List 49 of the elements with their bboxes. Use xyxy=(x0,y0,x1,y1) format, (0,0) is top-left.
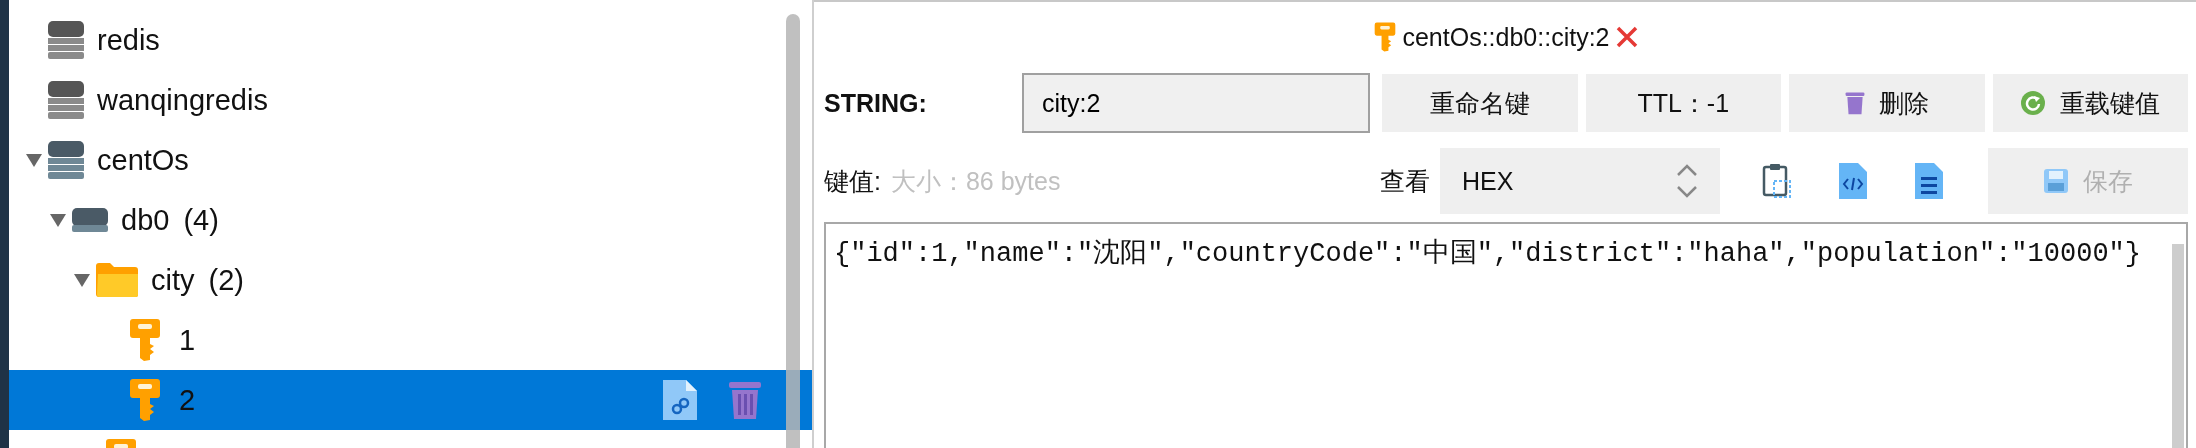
expand-arrow-icon[interactable] xyxy=(48,212,68,228)
tree-item[interactable]: redis xyxy=(9,10,812,70)
tree-item[interactable]: 2 xyxy=(9,370,812,430)
value-size: 大小：86 bytes xyxy=(890,165,1061,197)
toolbar-button[interactable]: 重载键值 xyxy=(1992,74,2188,132)
key-type-label: STRING: xyxy=(824,88,928,118)
view-mode-dropdown[interactable]: HEX xyxy=(1440,148,1720,214)
toolbar-button[interactable]: 删除 xyxy=(1789,74,1985,132)
tree-item-label: db0 xyxy=(121,203,170,237)
tree-item-label: 2 xyxy=(179,383,196,417)
expand-arrow-icon[interactable] xyxy=(24,152,44,168)
clipboard-icon[interactable] xyxy=(1762,163,1792,199)
server-icon xyxy=(47,139,85,181)
server-icon xyxy=(47,19,85,61)
tree-item-label: redis xyxy=(97,23,160,57)
value-editor[interactable]: {"id":1,"name":"沈阳","countryCode":"中国","district":"haha","population":"10000"} xyxy=(824,222,2188,448)
key-icon xyxy=(1374,21,1397,53)
database-icon xyxy=(71,207,109,233)
key-name-field[interactable]: city:2 xyxy=(1022,73,1370,133)
key-icon xyxy=(129,318,161,362)
reload-icon xyxy=(2020,90,2047,116)
tab-title: centOs::db0::city:2 xyxy=(1402,22,1610,52)
linked-document-icon[interactable] xyxy=(662,379,698,421)
value-label: 键值: xyxy=(824,165,881,197)
tree-item-label: centOs xyxy=(97,143,189,177)
tree-item[interactable]: centOs xyxy=(9,130,812,190)
view-label: 查看 xyxy=(1380,165,1430,197)
tree-item[interactable]: city (2) xyxy=(9,250,812,310)
scrollbar[interactable] xyxy=(786,14,800,448)
code-file-icon[interactable] xyxy=(1838,162,1868,200)
item-count: (2) xyxy=(208,263,244,297)
tree-item-label: wanqingredis xyxy=(97,83,268,117)
tree-item-label: city xyxy=(151,263,195,297)
toolbar-button[interactable]: 重命名键 xyxy=(1382,74,1578,132)
tree-item-label: 1 xyxy=(179,323,196,357)
close-icon[interactable] xyxy=(1615,26,1638,48)
value-text: {"id":1,"name":"沈阳","countryCode":"中国","district":"haha","population":"10000"} xyxy=(834,239,2141,269)
tree-item[interactable]: 1 xyxy=(9,310,812,370)
tree-item[interactable]: db0 (4) xyxy=(9,190,812,250)
item-count: (4) xyxy=(183,203,219,237)
expand-arrow-icon[interactable] xyxy=(72,272,92,288)
folder-icon xyxy=(95,262,139,298)
scrollbar[interactable] xyxy=(2172,244,2184,448)
up-down-chevron-icon xyxy=(1676,163,1698,199)
key-icon xyxy=(129,378,161,422)
tree-item[interactable]: wanqingredis xyxy=(9,70,812,130)
toolbar-button[interactable]: TTL：-1 xyxy=(1585,74,1781,132)
trash-icon xyxy=(1844,90,1865,116)
server-icon xyxy=(47,79,85,121)
